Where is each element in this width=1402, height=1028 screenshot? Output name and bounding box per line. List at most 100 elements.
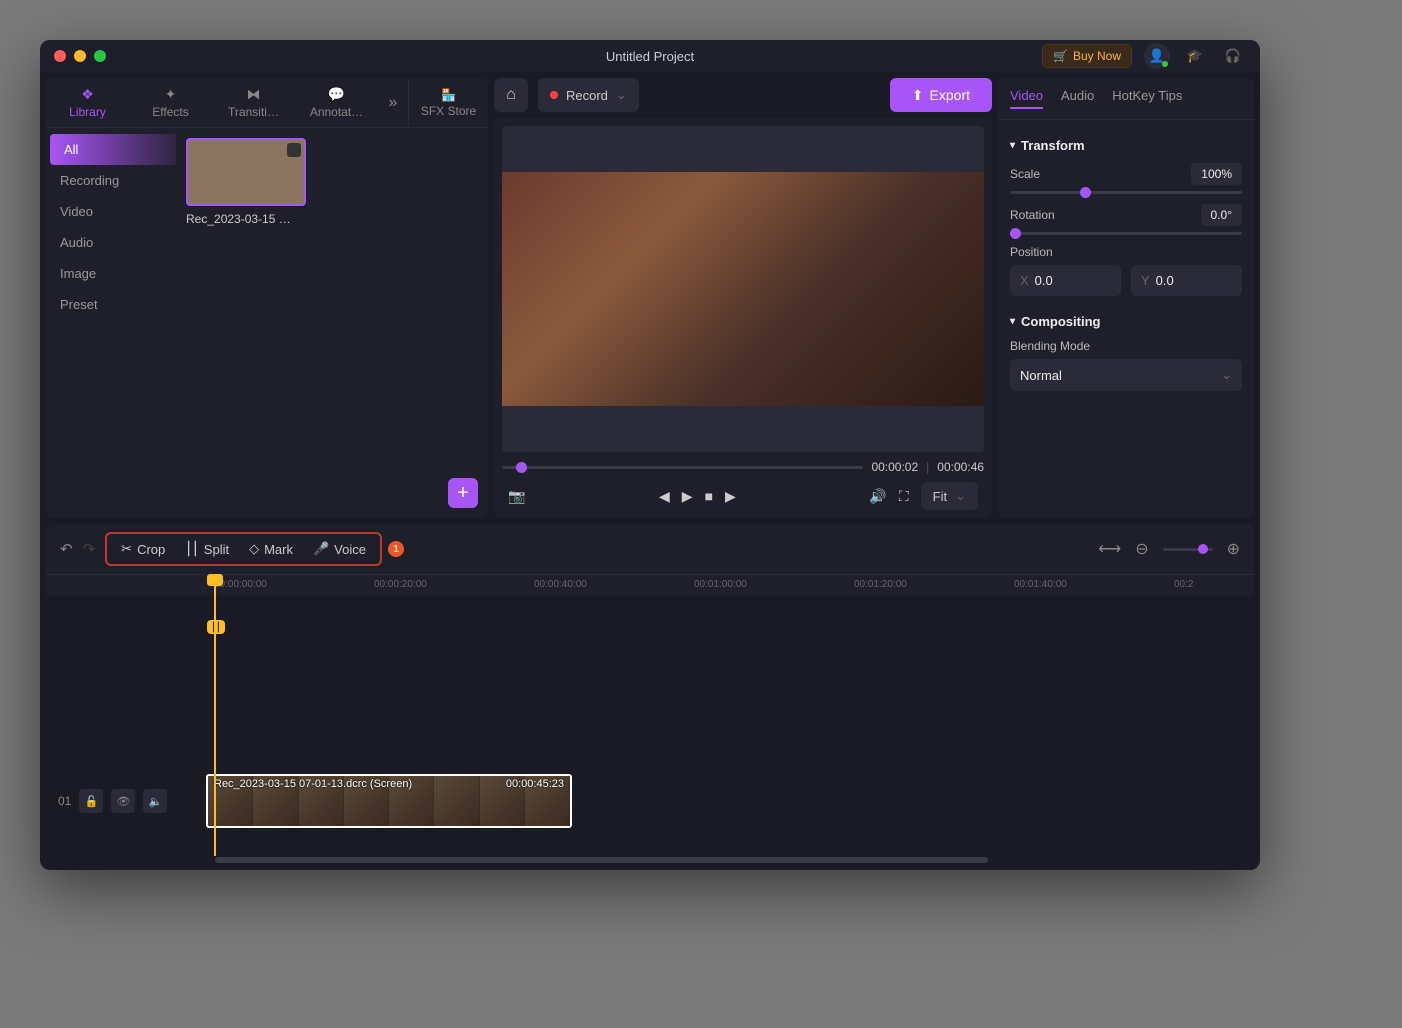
tab-transitions[interactable]: ⧓ Transiti… bbox=[212, 78, 295, 127]
track-visibility-button[interactable]: 👁 bbox=[111, 789, 135, 813]
tab-effects[interactable]: ✦ Effects bbox=[129, 78, 212, 127]
preview-scrubber[interactable] bbox=[502, 466, 863, 469]
step-forward-icon: ▶ bbox=[725, 488, 736, 504]
tab-annotations[interactable]: 💬 Annotat… bbox=[295, 78, 378, 127]
zoom-out-button[interactable]: ⊖ bbox=[1135, 539, 1148, 559]
prop-tab-audio[interactable]: Audio bbox=[1061, 88, 1094, 109]
section-compositing[interactable]: Compositing bbox=[1010, 314, 1242, 329]
split-marker[interactable]: ⎮⎮ bbox=[207, 620, 225, 634]
media-clip[interactable]: Rec_2023-03-15 … bbox=[186, 138, 306, 226]
timeline-clip[interactable]: Rec_2023-03-15 07-01-13.dcrc (Screen) 00… bbox=[206, 774, 572, 828]
sidebar-item-recording[interactable]: Recording bbox=[46, 165, 176, 196]
fit-timeline-button[interactable]: ⟷ bbox=[1098, 539, 1121, 559]
track-row: 01 🔓 👁 🔈 Rec_2023-03-15 07-01-13.dcrc (S… bbox=[46, 774, 1254, 828]
zoom-slider[interactable] bbox=[1163, 548, 1213, 551]
mark-button[interactable]: ◇Mark bbox=[241, 537, 301, 561]
blending-label: Blending Mode bbox=[1010, 339, 1090, 353]
support-button[interactable]: 🎧 bbox=[1220, 43, 1246, 69]
clip-thumbnail bbox=[186, 138, 306, 206]
current-time: 00:00:02 bbox=[871, 460, 918, 474]
tab-library[interactable]: ❖ Library bbox=[46, 78, 129, 127]
tutorial-button[interactable]: 🎓 bbox=[1182, 43, 1208, 69]
crop-button[interactable]: ✂Crop bbox=[113, 537, 173, 561]
upload-icon: ⬆ bbox=[912, 87, 924, 104]
chevron-down-icon: ⌄ bbox=[616, 87, 627, 103]
prop-tab-hotkey[interactable]: HotKey Tips bbox=[1112, 88, 1182, 109]
project-title: Untitled Project bbox=[606, 49, 694, 64]
play-button[interactable]: ▶ bbox=[682, 488, 693, 505]
clip-label: Rec_2023-03-15 07-01-13.dcrc (Screen) bbox=[214, 778, 412, 790]
crop-icon: ✂ bbox=[121, 541, 132, 557]
tabs-overflow-button[interactable]: » bbox=[378, 78, 408, 127]
rotation-slider[interactable] bbox=[1010, 232, 1242, 235]
sidebar-item-preset[interactable]: Preset bbox=[46, 289, 176, 320]
lock-icon: 🔓 bbox=[85, 795, 99, 808]
online-indicator bbox=[1162, 61, 1168, 67]
layers-icon: ❖ bbox=[81, 86, 94, 103]
video-frame bbox=[502, 172, 984, 407]
play-icon: ▶ bbox=[682, 488, 693, 504]
plus-icon: + bbox=[457, 482, 469, 505]
scrubber-thumb[interactable] bbox=[516, 462, 527, 473]
section-transform[interactable]: Transform bbox=[1010, 138, 1242, 153]
chevron-down-icon: ⌄ bbox=[1221, 367, 1232, 383]
next-frame-button[interactable]: ▶ bbox=[725, 488, 736, 505]
timeline-scrollbar[interactable] bbox=[46, 856, 1254, 864]
prop-tab-video[interactable]: Video bbox=[1010, 88, 1043, 109]
add-media-button[interactable]: + bbox=[448, 478, 478, 508]
scrollbar-thumb[interactable] bbox=[215, 857, 988, 863]
voice-badge: 1 bbox=[388, 541, 404, 557]
close-window-icon[interactable] bbox=[54, 50, 66, 62]
prev-frame-button[interactable]: ◀ bbox=[659, 488, 670, 505]
fullscreen-button[interactable]: ⛶ bbox=[899, 488, 909, 505]
sidebar-item-image[interactable]: Image bbox=[46, 258, 176, 289]
sidebar-item-video[interactable]: Video bbox=[46, 196, 176, 227]
account-button[interactable]: 👤 bbox=[1144, 43, 1170, 69]
home-button[interactable]: ⌂ bbox=[494, 78, 528, 112]
library-panel: ❖ Library ✦ Effects ⧓ Transiti… 💬 Annota… bbox=[46, 78, 488, 518]
chevron-right-icon: » bbox=[389, 94, 398, 112]
scale-value[interactable]: 100% bbox=[1191, 163, 1242, 185]
snapshot-button[interactable]: 📷 bbox=[508, 488, 525, 505]
buy-now-button[interactable]: 🛒 Buy Now bbox=[1042, 44, 1132, 68]
tab-sfx-store[interactable]: 🏪 SFX Store bbox=[408, 78, 488, 127]
track-mute-button[interactable]: 🔈 bbox=[143, 789, 167, 813]
position-label: Position bbox=[1010, 245, 1053, 259]
library-sidebar: All Recording Video Audio Image Preset bbox=[46, 128, 176, 518]
highlighted-tools: ✂Crop ⎮⎮Split ◇Mark 🎤Voice bbox=[105, 532, 382, 566]
sidebar-item-all[interactable]: All bbox=[50, 134, 176, 165]
speaker-icon: 🔊 bbox=[869, 488, 886, 504]
export-button[interactable]: ⬆ Export bbox=[890, 78, 992, 112]
rotation-value[interactable]: 0.0° bbox=[1201, 204, 1242, 226]
split-button[interactable]: ⎮⎮Split bbox=[177, 537, 237, 561]
video-preview[interactable] bbox=[502, 126, 984, 452]
undo-button[interactable]: ↶ bbox=[60, 540, 73, 558]
clip-name: Rec_2023-03-15 … bbox=[186, 212, 306, 226]
zoom-in-button[interactable]: ⊕ bbox=[1227, 539, 1240, 559]
scale-slider[interactable] bbox=[1010, 191, 1242, 194]
camera-icon: 📷 bbox=[508, 488, 525, 504]
library-grid: Rec_2023-03-15 … + bbox=[176, 128, 488, 518]
playhead[interactable] bbox=[214, 574, 216, 856]
redo-button[interactable]: ↷ bbox=[83, 540, 96, 558]
chevron-down-icon: ⌄ bbox=[955, 488, 966, 504]
fullscreen-window-icon[interactable] bbox=[94, 50, 106, 62]
blending-dropdown[interactable]: Normal ⌄ bbox=[1010, 359, 1242, 391]
split-icon: ⎮⎮ bbox=[185, 541, 199, 557]
plus-circle-icon: ⊕ bbox=[1227, 541, 1240, 558]
position-x-input[interactable]: X0.0 bbox=[1010, 265, 1121, 296]
timeline-tracks[interactable]: ⎮⎮ 01 🔓 👁 🔈 Rec_2023-03-15 07-01-13.dcrc… bbox=[46, 596, 1254, 856]
track-lock-button[interactable]: 🔓 bbox=[79, 789, 103, 813]
voice-button[interactable]: 🎤Voice bbox=[305, 537, 374, 561]
speaker-icon: 🔈 bbox=[149, 795, 163, 808]
stop-icon: ■ bbox=[705, 488, 713, 504]
timeline-ruler[interactable]: 00:00:00:00 00:00:20:00 00:00:40:00 00:0… bbox=[46, 574, 1254, 596]
minimize-window-icon[interactable] bbox=[74, 50, 86, 62]
stop-button[interactable]: ■ bbox=[705, 488, 713, 504]
fit-dropdown[interactable]: Fit ⌄ bbox=[921, 482, 978, 510]
volume-button[interactable]: 🔊 bbox=[869, 488, 886, 505]
sidebar-item-audio[interactable]: Audio bbox=[46, 227, 176, 258]
track-number: 01 bbox=[58, 794, 71, 808]
position-y-input[interactable]: Y0.0 bbox=[1131, 265, 1242, 296]
record-button[interactable]: Record ⌄ bbox=[538, 78, 639, 112]
